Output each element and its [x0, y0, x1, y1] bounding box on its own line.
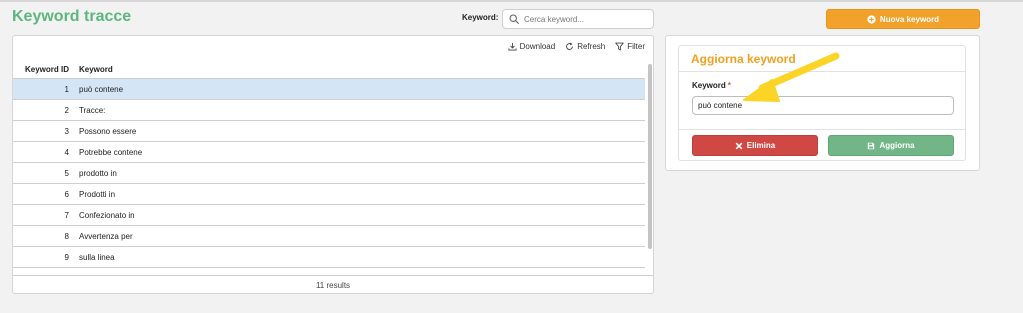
- filter-icon: [615, 42, 624, 51]
- table-row[interactable]: 2 Tracce:: [13, 100, 645, 121]
- keyword-cell: Tracce:: [79, 105, 106, 115]
- table-row[interactable]: 3 Possono essere: [13, 121, 645, 142]
- table-header: Keyword ID Keyword: [13, 61, 645, 79]
- table-row[interactable]: 4 Potrebbe contene: [13, 142, 645, 163]
- keyword-cell: Prodotti in: [79, 189, 116, 199]
- top-border: [0, 0, 1023, 2]
- table-row[interactable]: 6 Prodotti in: [13, 184, 645, 205]
- keyword-table: Download Refresh Filter Keyword ID Keywo…: [12, 35, 654, 294]
- keyword-cell: Possono essere: [79, 126, 137, 136]
- update-keyword-form: Aggiorna keyword Keyword* Elimina Aggior…: [678, 45, 966, 161]
- plus-circle-icon: [867, 14, 876, 24]
- column-header-keyword-id[interactable]: Keyword ID: [13, 65, 75, 74]
- keyword-id-cell: 8: [64, 231, 69, 241]
- update-button[interactable]: Aggiorna: [828, 135, 954, 156]
- download-button[interactable]: Download: [508, 42, 556, 51]
- update-label: Aggiorna: [879, 141, 915, 150]
- keyword-field-label-text: Keyword: [692, 81, 726, 90]
- refresh-icon: [566, 42, 574, 50]
- keyword-field-label: Keyword *: [692, 81, 731, 90]
- filter-label: Filter: [627, 42, 645, 51]
- search-label: Keyword:: [462, 13, 499, 22]
- keyword-cell: può contene: [79, 84, 124, 94]
- table-row[interactable]: 7 Confezionato in: [13, 205, 645, 226]
- refresh-label: Refresh: [577, 42, 606, 51]
- keyword-cell: prodotto in: [79, 168, 117, 178]
- download-label: Download: [519, 42, 556, 51]
- keyword-cell: Avvertenza per: [79, 231, 133, 241]
- form-title: Aggiorna keyword: [679, 46, 965, 72]
- scrollbar-thumb[interactable]: [648, 64, 652, 249]
- table-row[interactable]: 8 Avvertenza per: [13, 226, 645, 247]
- download-icon: [508, 42, 517, 51]
- keyword-id-cell: 9: [64, 252, 69, 262]
- search-icon: [509, 14, 519, 24]
- search-box[interactable]: [502, 9, 654, 29]
- close-icon: [735, 142, 743, 149]
- keyword-id-cell: 6: [64, 189, 69, 199]
- keyword-id-cell: 1: [64, 84, 69, 94]
- table-toolbar: Download Refresh Filter: [508, 42, 645, 51]
- results-count: 11 results: [13, 275, 653, 293]
- keyword-cell: Confezionato in: [79, 210, 135, 220]
- save-icon: [868, 142, 875, 149]
- delete-label: Elimina: [746, 141, 776, 150]
- keyword-field[interactable]: [692, 96, 954, 115]
- table-scrollbar[interactable]: [648, 61, 653, 269]
- search-input[interactable]: [524, 14, 649, 24]
- filter-button[interactable]: Filter: [615, 42, 645, 51]
- table-row[interactable]: 5 prodotto in: [13, 163, 645, 184]
- table-body: 1 può contene 2 Tracce: 3 Possono essere 4 Potr…: [13, 79, 645, 269]
- keyword-id-cell: 3: [64, 126, 69, 136]
- required-mark: *: [727, 81, 731, 90]
- keyword-cell: Potrebbe contene: [79, 147, 143, 157]
- keyword-id-cell: 2: [64, 105, 69, 115]
- table-row[interactable]: 1 può contene: [13, 79, 645, 100]
- refresh-button[interactable]: Refresh: [565, 42, 605, 51]
- keyword-id-cell: 4: [64, 147, 69, 157]
- keyword-id-cell: 7: [64, 210, 69, 220]
- keyword-id-cell: 5: [64, 168, 69, 178]
- form-divider: [679, 129, 965, 130]
- delete-button[interactable]: Elimina: [692, 135, 818, 156]
- keyword-cell: sulla linea: [79, 252, 115, 262]
- column-header-keyword[interactable]: Keyword: [75, 65, 113, 74]
- page-title: Keyword tracce: [12, 8, 132, 25]
- new-keyword-button[interactable]: Nuova keyword: [826, 9, 980, 29]
- table-row[interactable]: 9 sulla linea: [13, 247, 645, 268]
- new-keyword-label: Nuova keyword: [879, 14, 940, 24]
